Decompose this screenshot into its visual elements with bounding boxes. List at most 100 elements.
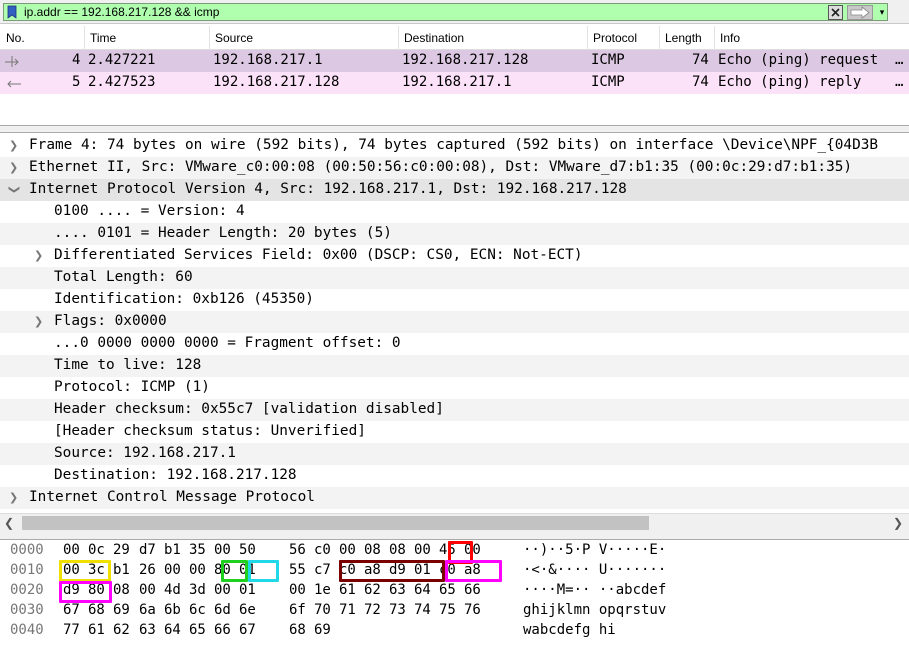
hex-byte[interactable]: 6b [164,602,184,618]
tree-item-checksum[interactable]: Header checksum: 0x55c7 [validation disa… [0,399,909,421]
hex-byte[interactable]: 00 [164,562,184,578]
hex-byte[interactable]: 71 [339,602,359,618]
chevron-right-icon[interactable]: ❯ [34,316,44,327]
chevron-right-icon[interactable]: ❯ [9,140,19,151]
column-header-time[interactable]: Time [90,31,116,45]
hex-byte[interactable]: 6e [239,602,259,618]
hex-byte[interactable]: b1 [164,542,184,558]
hex-byte[interactable]: 65 [439,582,459,598]
hex-byte[interactable]: 62 [113,622,133,638]
hex-byte[interactable]: 1e [314,582,334,598]
hex-byte[interactable]: 67 [239,622,259,638]
hex-byte[interactable]: 00 [339,542,359,558]
tree-item-ethernet[interactable]: ❯ Ethernet II, Src: VMware_c0:00:08 (00:… [0,157,909,179]
tree-item-total-length[interactable]: Total Length: 60 [0,267,909,289]
hex-byte[interactable]: 64 [164,622,184,638]
hex-byte[interactable]: 70 [314,602,334,618]
hex-byte[interactable]: 08 [113,582,133,598]
filter-history-dropdown[interactable]: ▾ [876,5,888,20]
tree-item-version[interactable]: 0100 .... = Version: 4 [0,201,909,223]
chevron-down-icon[interactable]: ❯ [8,185,21,195]
column-header-info[interactable]: Info [720,31,740,45]
hex-byte[interactable]: 66 [214,622,234,638]
packet-row[interactable]: 5 2.427523 192.168.217.128 192.168.217.1… [0,72,909,94]
chevron-right-icon[interactable]: ❯ [9,492,19,503]
column-header-destination[interactable]: Destination [404,31,464,45]
horizontal-scrollbar[interactable]: ❮ ❯ [0,513,909,531]
hex-byte[interactable]: 68 [289,622,309,638]
pane-splitter[interactable] [0,126,909,133]
hex-byte[interactable]: 00 [414,542,434,558]
hex-byte[interactable]: 26 [139,562,159,578]
hex-byte[interactable]: 6c [189,602,209,618]
hex-byte[interactable]: 72 [364,602,384,618]
hex-byte[interactable]: 4d [164,582,184,598]
hex-byte[interactable]: 01 [239,582,259,598]
hex-byte[interactable]: 6f [289,602,309,618]
hex-ascii[interactable]: ····M=·· ··abcdef [523,582,666,598]
tree-item-ipv4[interactable]: ❯ Internet Protocol Version 4, Src: 192.… [0,179,909,201]
hex-byte[interactable]: 61 [88,622,108,638]
tree-item-destination[interactable]: Destination: 192.168.217.128 [0,465,909,487]
column-header-no[interactable]: No. [6,31,25,45]
tree-item-source[interactable]: Source: 192.168.217.1 [0,443,909,465]
tree-item-checksum-status[interactable]: [Header checksum status: Unverified] [0,421,909,443]
hex-byte[interactable]: 75 [439,602,459,618]
hex-byte[interactable]: 3d [189,582,209,598]
tree-item-identification[interactable]: Identification: 0xb126 (45350) [0,289,909,311]
tree-item-header-length[interactable]: .... 0101 = Header Length: 20 bytes (5) [0,223,909,245]
scroll-right-icon[interactable]: ❯ [893,516,903,530]
hex-ascii[interactable]: wabcdefg hi [523,622,616,638]
hex-byte[interactable]: 69 [113,602,133,618]
hex-byte[interactable]: 00 [214,542,234,558]
hex-byte[interactable]: 63 [139,622,159,638]
hex-byte[interactable]: 67 [63,602,83,618]
tree-item-fragment-offset[interactable]: ...0 0000 0000 0000 = Fragment offset: 0 [0,333,909,355]
hex-byte[interactable]: 62 [364,582,384,598]
hex-byte[interactable]: 73 [389,602,409,618]
hex-byte[interactable]: c0 [314,542,334,558]
hex-byte[interactable]: 35 [189,542,209,558]
hex-byte[interactable]: 68 [88,602,108,618]
hex-ascii[interactable]: ··)··5·P V·····E· [523,542,666,558]
column-header-length[interactable]: Length [665,31,702,45]
hex-byte[interactable]: 08 [389,542,409,558]
tree-item-icmp[interactable]: ❯ Internet Control Message Protocol [0,487,909,509]
hex-byte[interactable]: 76 [464,602,484,618]
clear-filter-button[interactable] [828,5,843,20]
tree-item-flags[interactable]: ❯ Flags: 0x0000 [0,311,909,333]
bookmark-icon[interactable] [6,5,18,19]
packet-row[interactable]: 4 2.427221 192.168.217.1 192.168.217.128… [0,50,909,72]
hex-byte[interactable]: 08 [364,542,384,558]
hex-ascii[interactable]: ghijklmn opqrstuv [523,602,666,618]
apply-filter-button[interactable] [847,5,873,20]
pane-splitter[interactable] [0,531,909,540]
column-header-protocol[interactable]: Protocol [593,31,637,45]
hex-byte[interactable]: 00 [189,562,209,578]
chevron-right-icon[interactable]: ❯ [34,250,44,261]
hex-byte[interactable]: 00 [214,582,234,598]
hex-byte[interactable]: 00 [139,582,159,598]
hex-byte[interactable]: 63 [389,582,409,598]
tree-item-protocol[interactable]: Protocol: ICMP (1) [0,377,909,399]
hex-byte[interactable]: 50 [239,542,259,558]
hex-ascii[interactable]: ·<·&···· U······· [523,562,666,578]
chevron-right-icon[interactable]: ❯ [9,162,19,173]
display-filter-input[interactable]: ip.addr == 192.168.217.128 && icmp ▾ [3,3,888,21]
column-header-source[interactable]: Source [215,31,253,45]
hex-byte[interactable]: 66 [464,582,484,598]
hex-byte[interactable]: b1 [113,562,133,578]
hex-byte[interactable]: d7 [139,542,159,558]
hex-byte[interactable]: 6d [214,602,234,618]
tree-item-ttl[interactable]: Time to live: 128 [0,355,909,377]
hex-byte[interactable]: 00 [289,582,309,598]
hex-byte[interactable]: 56 [289,542,309,558]
hex-byte[interactable]: 00 [63,542,83,558]
scroll-left-icon[interactable]: ❮ [4,516,14,530]
hex-byte[interactable]: 65 [189,622,209,638]
tree-item-frame[interactable]: ❯ Frame 4: 74 bytes on wire (592 bits), … [0,135,909,157]
hex-byte[interactable]: 0c [88,542,108,558]
hex-byte[interactable]: 61 [339,582,359,598]
hex-byte[interactable]: c7 [314,562,334,578]
hex-byte[interactable]: 6a [139,602,159,618]
